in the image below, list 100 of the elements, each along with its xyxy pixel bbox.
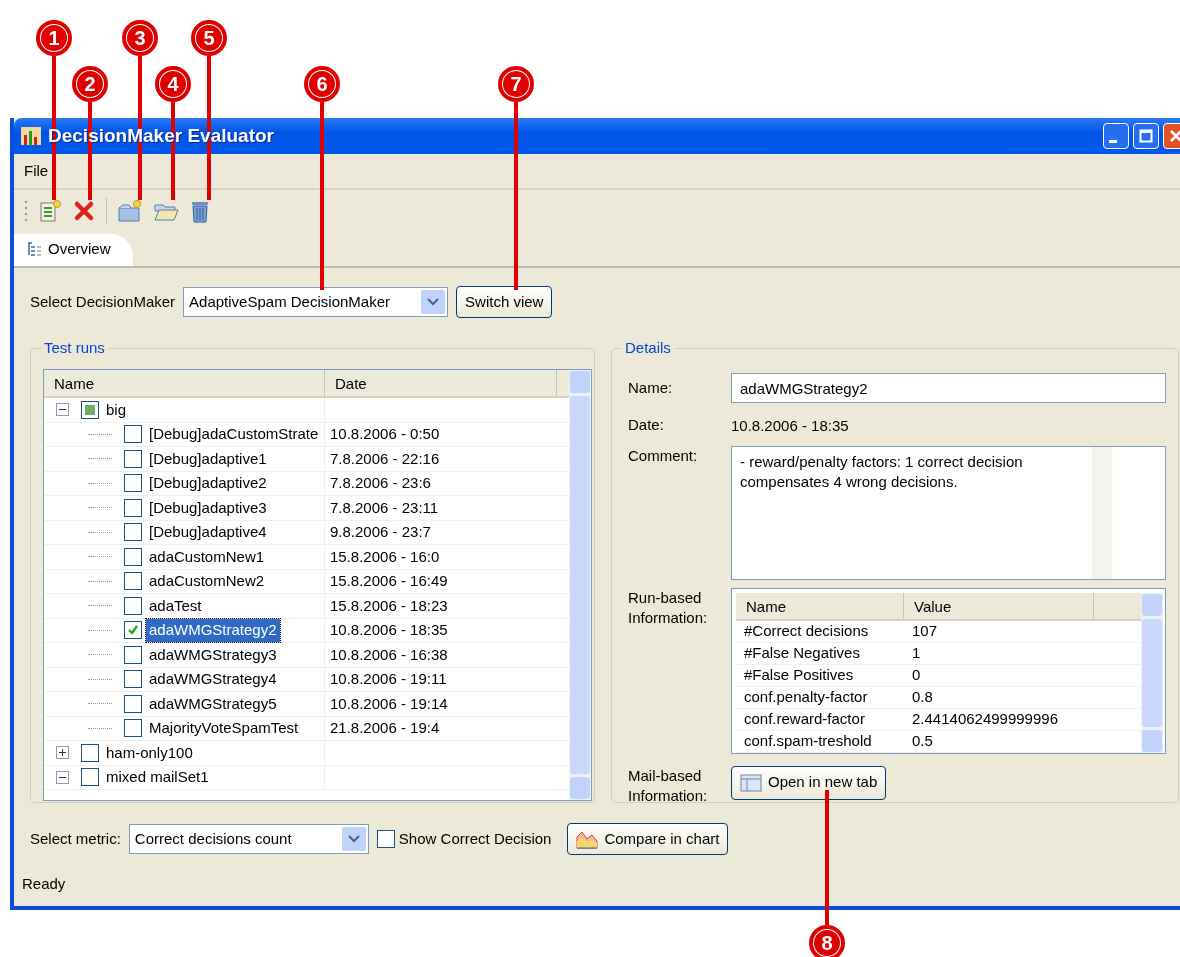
collapse-toggle[interactable] (56, 770, 69, 784)
date-cell-text: 7.8.2006 - 23:6 (329, 473, 431, 493)
column-header[interactable]: Date (325, 370, 557, 396)
column-header[interactable]: Value (904, 592, 1094, 619)
checkbox[interactable] (124, 694, 142, 713)
table-cell-text: conf.penalty-factor (743, 686, 869, 707)
column-header[interactable]: Name (736, 592, 904, 619)
chart-icon (20, 125, 42, 147)
checkbox[interactable] (124, 621, 142, 640)
date-cell-text: 15.8.2006 - 16:0 (329, 546, 440, 567)
maximize-button[interactable] (1133, 123, 1159, 149)
close-icon (1169, 129, 1180, 143)
date-cell-text: 21.8.2006 - 19:4 (329, 718, 440, 738)
comment-field[interactable]: - reward/penalty factors: 1 correct decision compensates 4 wrong decisions. (731, 445, 1166, 580)
switch-view-button[interactable]: Switch view (456, 286, 553, 318)
tree-item[interactable]: adaTest (146, 594, 205, 617)
checkbox[interactable] (124, 572, 142, 591)
table-cell-text: conf.spam-treshold (743, 730, 873, 751)
checkbox[interactable] (124, 474, 142, 493)
field-label: Date: (628, 415, 665, 435)
scrollbar[interactable] (569, 370, 591, 800)
tab[interactable]: Overview (14, 233, 133, 266)
callout-marker: 4 (155, 66, 191, 102)
tree-item[interactable]: [Debug]adaptive2 (146, 472, 270, 495)
checkbox[interactable] (124, 547, 142, 566)
checkbox[interactable] (124, 596, 142, 615)
date-cell-text: 15.8.2006 - 18:23 (329, 595, 448, 616)
date-cell-text: 10.8.2006 - 0:50 (329, 424, 440, 444)
table-cell-text: #Correct decisions (743, 620, 870, 641)
table-cell-text: conf.reward-factor (743, 708, 866, 729)
checkbox[interactable] (124, 719, 142, 738)
callout-marker: 7 (498, 66, 534, 102)
checkbox[interactable] (124, 449, 142, 468)
minimize-icon (1109, 140, 1117, 143)
toolbar-separator (106, 198, 107, 224)
collapse-toggle[interactable] (56, 403, 69, 417)
checkbox[interactable] (124, 645, 142, 664)
decisionmaker-dropdown[interactable]: AdaptiveSpam DecisionMaker (183, 287, 449, 317)
menu-item[interactable]: File (24, 159, 49, 183)
checkbox[interactable] (81, 400, 99, 419)
callout-marker: 6 (304, 66, 340, 102)
column-header[interactable]: Name (44, 370, 325, 396)
checkbox[interactable] (124, 498, 142, 517)
delete-icon[interactable] (72, 199, 96, 223)
open-in-new-tab-button[interactable]: Open in new tab (731, 765, 887, 800)
tree-item[interactable]: adaWMGStrategy5 (146, 692, 280, 715)
tree-item[interactable]: [Debug]adaptive1 (146, 447, 270, 470)
field-label: Select DecisionMaker (30, 291, 176, 312)
tree-item[interactable]: adaCustomNew2 (146, 570, 268, 593)
field-label: Mail-based Information: (628, 765, 709, 806)
checkbox[interactable] (124, 670, 142, 689)
table-cell-text: #False Positives (743, 664, 855, 685)
table-cell-text: 107 (911, 620, 938, 641)
callout-marker: 8 (809, 925, 845, 957)
date-cell-text: 9.8.2006 - 23:7 (329, 522, 431, 542)
show-correct-decision-checkbox[interactable]: Show Correct Decision (376, 827, 552, 851)
date-cell-text: 10.8.2006 - 16:38 (329, 644, 448, 665)
checkbox[interactable] (81, 768, 99, 787)
tree-item[interactable]: [Debug]adaCustomStrate (146, 423, 322, 446)
table-cell-text: 0.8 (911, 686, 933, 707)
field-label: Run-based Information: (628, 587, 709, 628)
window-icon (740, 773, 762, 792)
date-value: 10.8.2006 - 18:35 (731, 416, 849, 436)
maximize-icon (1139, 129, 1153, 143)
expand-toggle[interactable] (56, 746, 69, 760)
field-label: Name: (628, 378, 674, 398)
tree-item[interactable]: [Debug]adaptive4 (146, 521, 270, 544)
date-cell-text: 10.8.2006 - 18:35 (329, 620, 448, 640)
new-document-icon[interactable] (38, 199, 62, 223)
checkbox[interactable] (124, 523, 142, 542)
callout-marker: 1 (36, 20, 72, 56)
tree-item[interactable]: MajorityVoteSpamTest (146, 717, 302, 740)
tree-item[interactable]: [Debug]adaptive3 (146, 496, 270, 519)
scrollbar[interactable] (1141, 592, 1163, 753)
compare-in-chart-button[interactable]: Compare in chart (567, 823, 729, 855)
table-cell-text: 0.5 (911, 730, 933, 751)
date-cell-text: 7.8.2006 - 23:11 (329, 497, 439, 518)
date-cell-text: 7.8.2006 - 22:16 (329, 448, 440, 469)
chart-icon (576, 829, 599, 849)
checkbox[interactable] (124, 425, 142, 444)
callout-marker: 5 (191, 20, 227, 56)
table-cell-text: 0 (911, 664, 921, 685)
tree-icon (26, 240, 42, 257)
checkbox[interactable] (81, 743, 99, 762)
tree-item[interactable]: adaCustomNew1 (146, 545, 268, 568)
tree-item[interactable]: ham-only100 (103, 741, 196, 764)
tree-item[interactable]: mixed mailSet1 (103, 766, 212, 789)
tree-item[interactable]: big (103, 398, 130, 421)
callout-marker: 2 (72, 66, 108, 102)
metric-dropdown[interactable]: Correct decisions count (128, 824, 369, 854)
table-cell-text: 1 (911, 642, 921, 663)
tree-item[interactable]: adaWMGStrategy4 (146, 668, 280, 691)
date-cell-text: 10.8.2006 - 19:11 (329, 669, 447, 689)
tree-item[interactable]: adaWMGStrategy2 (146, 619, 280, 642)
table-cell-text: 2.4414062499999996 (911, 708, 1058, 729)
minimize-button[interactable] (1103, 123, 1129, 149)
scrollbar[interactable] (1092, 446, 1112, 579)
name-field[interactable]: adaWMGStrategy2 (731, 373, 1166, 403)
plus-icon (58, 748, 67, 758)
tree-item[interactable]: adaWMGStrategy3 (146, 643, 280, 666)
